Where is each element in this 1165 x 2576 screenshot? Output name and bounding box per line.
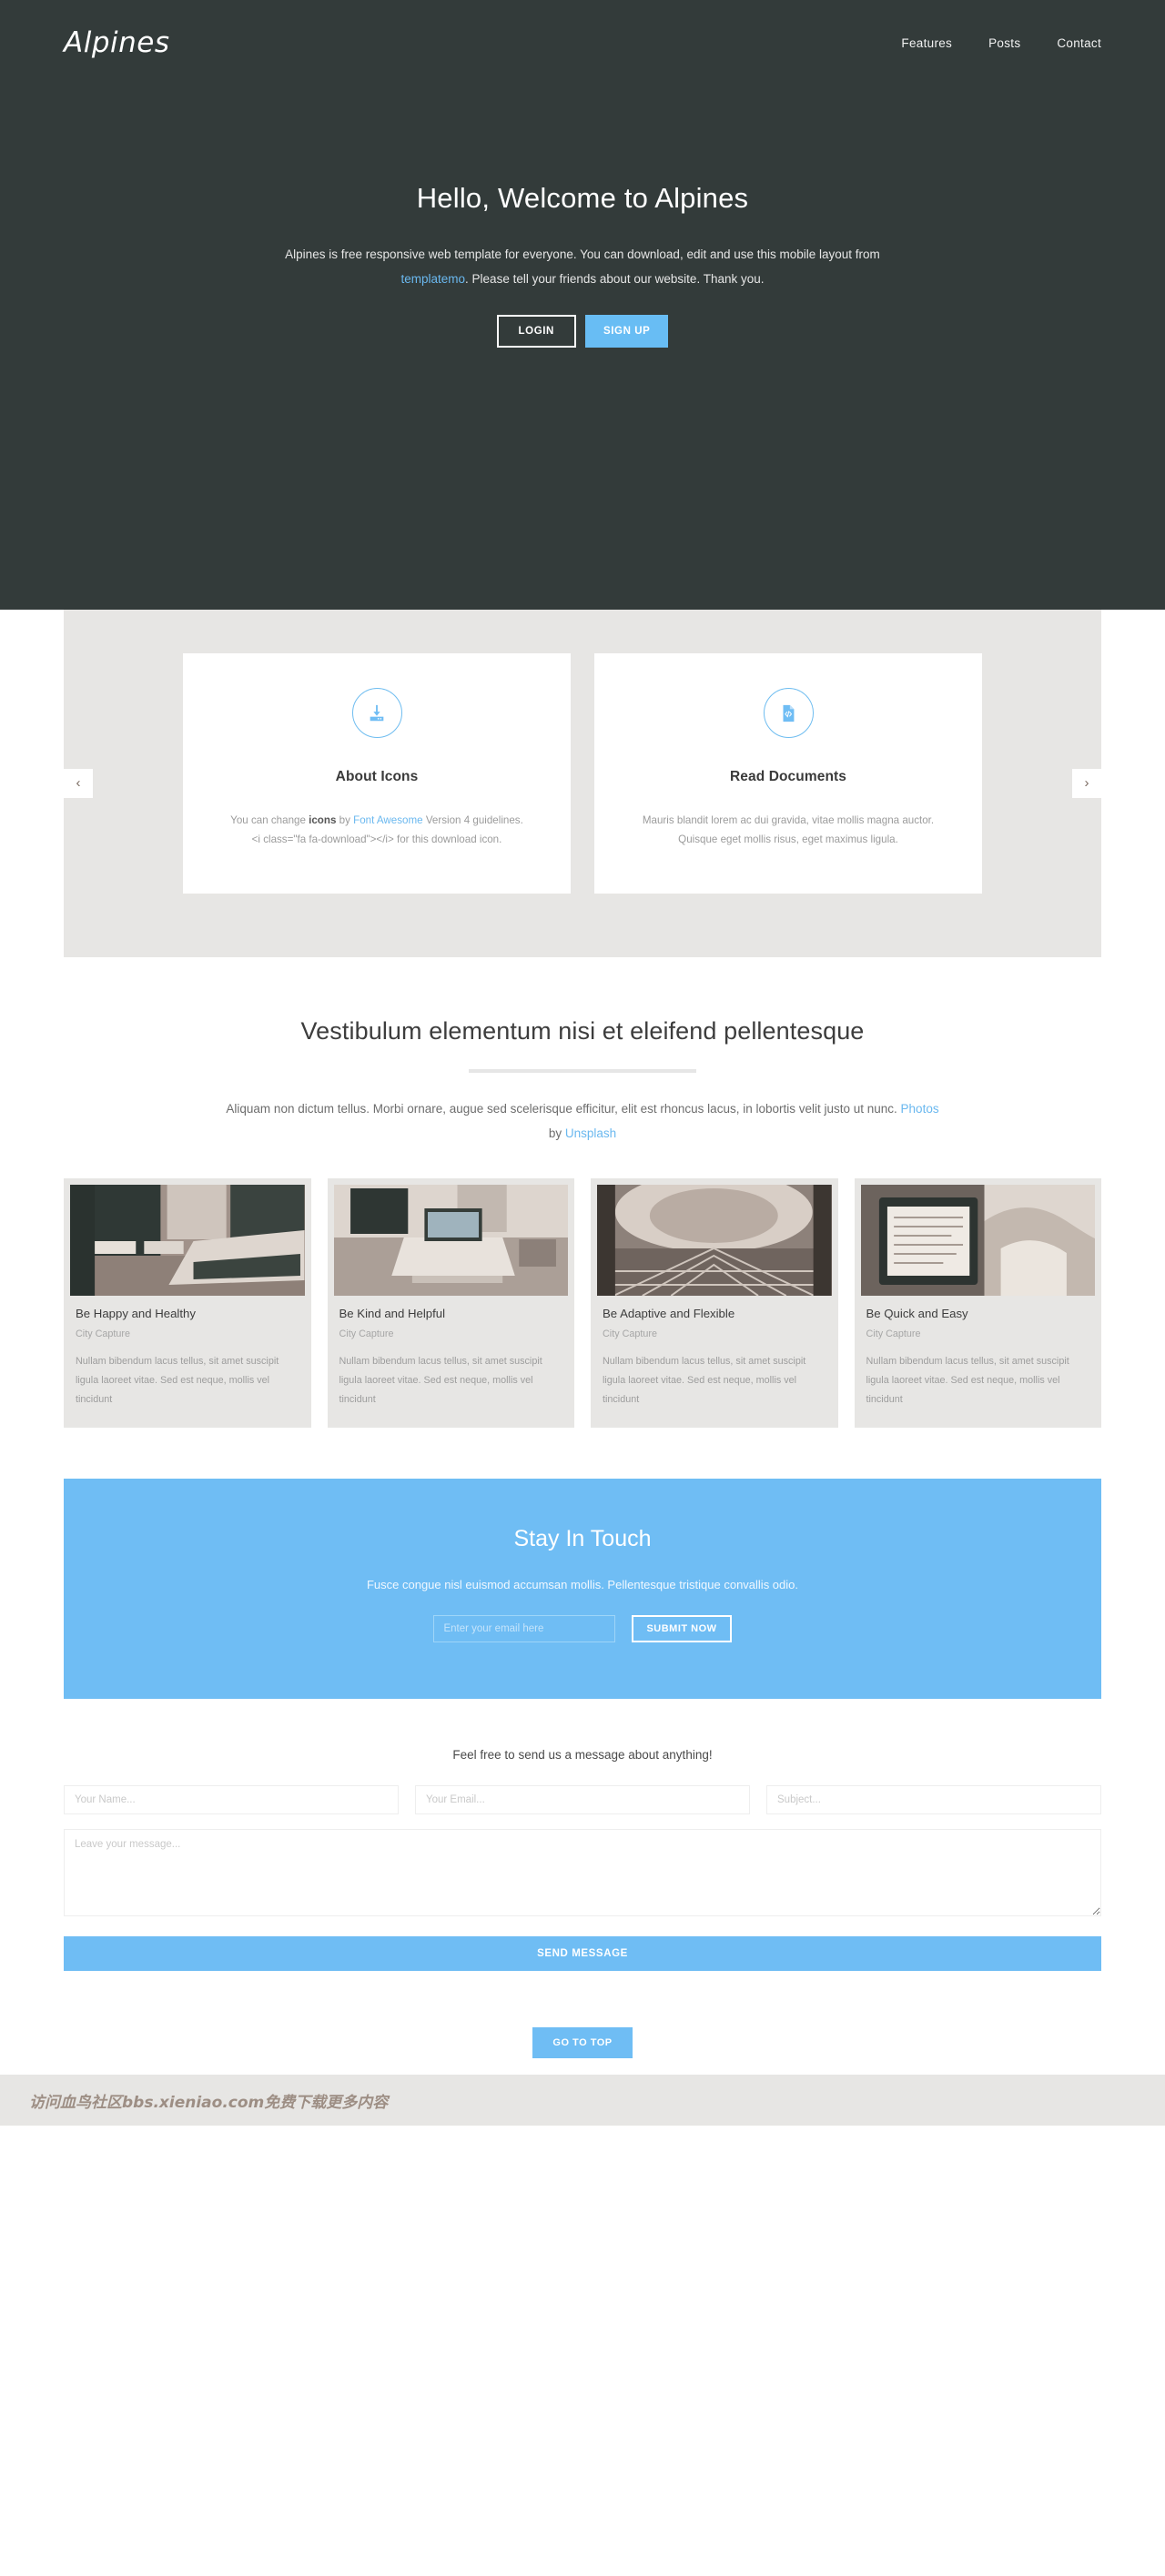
post-card-title: Be Kind and Helpful bbox=[339, 1306, 446, 1320]
hero-text-part2: . Please tell your friends about our web… bbox=[465, 272, 765, 286]
feature-carousel: ‹ › About Icons You can change icons by … bbox=[64, 610, 1101, 957]
carousel-track: About Icons You can change icons by Font… bbox=[64, 653, 1101, 894]
post-card-title: Be Adaptive and Flexible bbox=[603, 1306, 735, 1320]
subscribe-email-input[interactable] bbox=[433, 1615, 616, 1643]
contact-message-textarea[interactable] bbox=[64, 1829, 1101, 1917]
post-thumbnail bbox=[860, 1184, 1095, 1296]
download-icon bbox=[351, 688, 402, 738]
contact-name-input[interactable] bbox=[64, 1785, 399, 1815]
nav-item-posts[interactable]: Posts bbox=[988, 36, 1020, 50]
feature-text-b: by bbox=[336, 814, 354, 826]
go-to-top-wrapper: GO TO TOP bbox=[0, 2027, 1165, 2059]
section-title: Vestibulum elementum nisi et eleifend pe… bbox=[300, 1016, 865, 1045]
submit-now-button[interactable]: SUBMIT NOW bbox=[632, 1615, 732, 1643]
go-to-top-button[interactable]: GO TO TOP bbox=[532, 2027, 633, 2059]
post-thumbnail bbox=[70, 1184, 305, 1296]
section-subtitle-mid: by bbox=[548, 1126, 565, 1140]
post-card-description: Nullam bibendum lacus tellus, sit amet s… bbox=[603, 1355, 806, 1405]
nav-item-features[interactable]: Features bbox=[901, 36, 952, 50]
post-card[interactable]: Be Quick and Easy City Capture Nullam bi… bbox=[854, 1177, 1101, 1429]
font-awesome-link[interactable]: Font Awesome bbox=[353, 814, 422, 826]
feature-text-bold: icons bbox=[309, 814, 337, 826]
section-divider bbox=[469, 1068, 696, 1073]
post-card-meta: City Capture bbox=[76, 1328, 131, 1339]
brand-logo[interactable]: Alpines bbox=[64, 28, 169, 57]
post-thumbnail bbox=[333, 1184, 568, 1296]
feature-card-text: Mauris blandit lorem ac dui gravida, vit… bbox=[642, 814, 935, 846]
login-button[interactable]: LOGIN bbox=[496, 315, 576, 348]
watermark-text: 访问血鸟社区bbs.xieniao.com免费下载更多内容 bbox=[29, 2093, 389, 2112]
hero-title: Hello, Welcome to Alpines bbox=[416, 182, 749, 214]
hero-text-part1: Alpines is free responsive web template … bbox=[285, 247, 880, 261]
feature-card-title: Read Documents bbox=[729, 769, 846, 784]
post-card-meta: City Capture bbox=[339, 1328, 394, 1339]
main-nav: Features Posts Contact bbox=[901, 36, 1101, 50]
feature-card-about-icons[interactable]: About Icons You can change icons by Font… bbox=[183, 653, 571, 894]
post-card-description: Nullam bibendum lacus tellus, sit amet s… bbox=[866, 1355, 1069, 1405]
post-card-description: Nullam bibendum lacus tellus, sit amet s… bbox=[339, 1355, 542, 1405]
post-card-meta: City Capture bbox=[866, 1328, 921, 1339]
post-card[interactable]: Be Adaptive and Flexible City Capture Nu… bbox=[591, 1177, 838, 1429]
post-card-title: Be Quick and Easy bbox=[866, 1306, 968, 1320]
post-card-title: Be Happy and Healthy bbox=[76, 1306, 196, 1320]
feature-card-text: You can change icons by Font Awesome Ver… bbox=[227, 811, 527, 850]
subscribe-form: SUBMIT NOW bbox=[64, 1615, 1101, 1643]
signup-button[interactable]: SIGN UP bbox=[584, 315, 669, 348]
feature-card-title: About Icons bbox=[335, 769, 419, 784]
post-card-body: Be Happy and Healthy City Capture Nullam… bbox=[70, 1296, 305, 1409]
post-cards-row: Be Happy and Healthy City Capture Nullam… bbox=[64, 1177, 1101, 1429]
post-card-body: Be Quick and Easy City Capture Nullam bi… bbox=[861, 1296, 1096, 1409]
feature-text-a: You can change bbox=[230, 814, 309, 826]
hero-description: Alpines is free responsive web template … bbox=[264, 242, 901, 291]
hero-section: Alpines Features Posts Contact Hello, We… bbox=[0, 0, 1165, 610]
section-subtitle: Aliquam non dictum tellus. Morbi ornare,… bbox=[218, 1096, 947, 1146]
post-card-meta: City Capture bbox=[603, 1328, 658, 1339]
footer-spacer bbox=[0, 1971, 1165, 2027]
feature-card-read-documents[interactable]: Read Documents Mauris blandit lorem ac d… bbox=[594, 653, 982, 894]
footer-bar: 访问血鸟社区bbs.xieniao.com免费下载更多内容 bbox=[0, 2075, 1165, 2126]
posts-section: Vestibulum elementum nisi et eleifend pe… bbox=[0, 957, 1165, 1429]
photos-link[interactable]: Photos bbox=[901, 1102, 939, 1116]
contact-fields-row bbox=[64, 1785, 1101, 1815]
hero-body: Hello, Welcome to Alpines Alpines is fre… bbox=[0, 73, 1165, 348]
unsplash-link[interactable]: Unsplash bbox=[565, 1126, 616, 1140]
templatemo-link[interactable]: templatemo bbox=[401, 272, 466, 286]
send-message-button[interactable]: SEND MESSAGE bbox=[64, 1936, 1101, 1972]
section-subtitle-part1: Aliquam non dictum tellus. Morbi ornare,… bbox=[226, 1101, 901, 1116]
carousel-prev-arrow-icon[interactable]: ‹ bbox=[64, 768, 93, 798]
contact-email-input[interactable] bbox=[415, 1785, 750, 1815]
hero-buttons: LOGIN SIGN UP bbox=[0, 315, 1165, 348]
post-card[interactable]: Be Kind and Helpful City Capture Nullam … bbox=[327, 1177, 574, 1429]
contact-section: Feel free to send us a message about any… bbox=[0, 1699, 1165, 1972]
navbar: Alpines Features Posts Contact bbox=[0, 0, 1165, 73]
nav-item-contact[interactable]: Contact bbox=[1057, 36, 1101, 50]
subscribe-title: Stay In Touch bbox=[513, 1526, 652, 1552]
carousel-next-arrow-icon[interactable]: › bbox=[1072, 768, 1101, 798]
post-thumbnail bbox=[597, 1184, 832, 1296]
contact-lead: Feel free to send us a message about any… bbox=[452, 1748, 713, 1763]
file-code-icon bbox=[763, 688, 814, 738]
contact-subject-input[interactable] bbox=[766, 1785, 1101, 1815]
subscribe-section: Stay In Touch Fusce congue nisl euismod … bbox=[64, 1479, 1101, 1700]
subscribe-text: Fusce congue nisl euismod accumsan molli… bbox=[366, 1578, 799, 1592]
post-card-body: Be Kind and Helpful City Capture Nullam … bbox=[334, 1296, 569, 1409]
post-card-body: Be Adaptive and Flexible City Capture Nu… bbox=[597, 1296, 832, 1409]
post-card[interactable]: Be Happy and Healthy City Capture Nullam… bbox=[64, 1177, 311, 1429]
post-card-description: Nullam bibendum lacus tellus, sit amet s… bbox=[76, 1355, 279, 1405]
